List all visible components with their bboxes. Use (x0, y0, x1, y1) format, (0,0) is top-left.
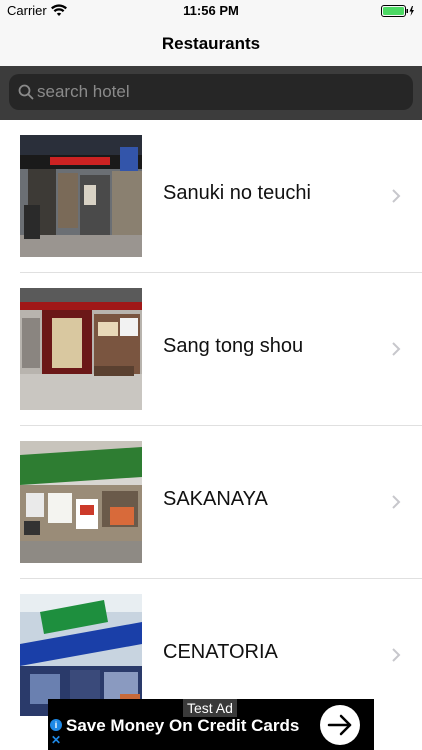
list-item[interactable]: Sang tong shou (0, 273, 422, 426)
ad-choices-icon[interactable]: i (50, 719, 62, 731)
ad-banner[interactable]: Test Ad i ✕ Save Money On Credit Cards (48, 699, 374, 750)
restaurant-name: CENATORIA (163, 641, 278, 663)
restaurant-name: Sanuki no teuchi (163, 182, 311, 204)
clock: 11:56 PM (183, 3, 239, 18)
ad-arrow-button[interactable] (320, 705, 360, 745)
ad-test-label: Test Ad (183, 699, 237, 717)
search-input[interactable] (37, 74, 407, 110)
restaurant-thumbnail (20, 441, 142, 563)
status-bar: Carrier 11:56 PM (0, 0, 422, 22)
restaurant-thumbnail (20, 594, 142, 716)
chevron-right-icon (392, 495, 401, 509)
page-title: Restaurants (161, 34, 261, 53)
list-item[interactable]: Sanuki no teuchi (0, 120, 422, 273)
battery-icon (381, 5, 414, 17)
chevron-right-icon (392, 648, 401, 662)
ad-headline: Save Money On Credit Cards (66, 716, 300, 735)
search-icon (18, 84, 34, 100)
chevron-right-icon (392, 342, 401, 356)
restaurant-name: Sang tong shou (163, 335, 304, 357)
arrow-right-icon (327, 714, 352, 736)
chevron-right-icon (392, 189, 401, 203)
list-item[interactable]: SAKANAYA (0, 426, 422, 579)
restaurant-name: SAKANAYA (163, 488, 268, 510)
close-icon[interactable]: ✕ (50, 734, 62, 746)
search-field[interactable] (9, 74, 413, 110)
search-bar (0, 66, 422, 120)
restaurant-thumbnail (20, 288, 142, 410)
restaurant-thumbnail (20, 135, 142, 257)
navigation-bar: Restaurants (0, 22, 422, 66)
restaurant-list: Sanuki no teuchi Sang tong shou SAKANAYA… (0, 120, 422, 732)
